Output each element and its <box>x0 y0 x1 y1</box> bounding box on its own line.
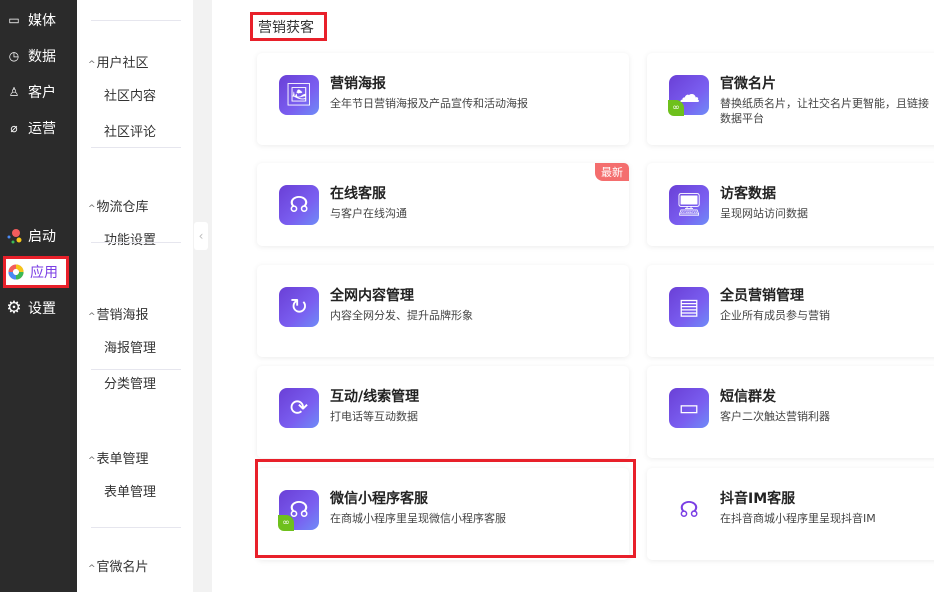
nav-item-apps[interactable]: 应用 <box>3 256 69 288</box>
card-description: 全年节日营销海报及产品宣传和活动海报 <box>330 97 528 110</box>
card-title: 全员营销管理 <box>720 288 804 304</box>
collapse-sidebar-button[interactable]: ‹ <box>194 222 208 250</box>
card-description: 呈现网站访问数据 <box>720 207 808 220</box>
chevron-up-icon: ^ <box>88 456 96 466</box>
gear-icon: ⚙ <box>6 298 22 318</box>
headset-icon: ☊ ∞ <box>278 490 319 531</box>
nav-item-data[interactable]: ◷ 数据 <box>0 38 77 74</box>
nav-item-operation[interactable]: ⌀ 运营 <box>0 110 77 146</box>
headset-purple-icon: ☊ <box>679 497 699 523</box>
divider <box>91 147 181 148</box>
card-description: 在抖音商城小程序里呈现抖音IM <box>720 512 876 525</box>
app-card[interactable]: ⟳ 互动/线索管理 打电话等互动数据 <box>257 366 629 458</box>
headset-icon: ☊ <box>279 185 319 225</box>
chevron-up-icon: ^ <box>88 60 96 70</box>
id-card-chart-icon: ▤ <box>669 287 709 327</box>
mini-program-link-icon: ∞ <box>278 515 294 531</box>
message-icon: ▭ <box>669 388 709 428</box>
group-posters[interactable]: ^营销海报 <box>88 304 149 323</box>
submenu-item[interactable]: 社区评论 <box>104 121 156 140</box>
submenu-item[interactable]: 分类管理 <box>104 373 156 392</box>
card-title: 营销海报 <box>330 76 386 92</box>
group-user-community[interactable]: ^用户社区 <box>88 52 149 71</box>
card-title: 抖音IM客服 <box>720 491 796 507</box>
app-card[interactable]: 🖥 访客数据 呈现网站访问数据 <box>647 163 934 246</box>
app-card[interactable]: ☊ 抖音IM客服 在抖音商城小程序里呈现抖音IM <box>647 468 934 560</box>
nav-item-settings[interactable]: ⚙ 设置 <box>0 290 77 326</box>
chevron-up-icon: ^ <box>88 204 96 214</box>
app-card[interactable]: ☁ ∞ 官微名片 替换纸质名片，让社交名片更智能，且链接数据平台 <box>647 53 934 145</box>
app-card[interactable]: ▭ 短信群发 客户二次触达营销利器 <box>647 366 934 458</box>
card-title: 互动/线索管理 <box>330 389 420 405</box>
share-arrow-icon: ↻ <box>279 287 319 327</box>
launch-dots-icon <box>6 228 22 244</box>
card-description: 与客户在线沟通 <box>330 207 407 220</box>
group-logistics[interactable]: ^物流仓库 <box>88 196 149 215</box>
gutter <box>193 0 212 592</box>
paperclip-icon: ⌀ <box>10 121 18 135</box>
video-icon: ▭ <box>8 13 20 27</box>
chevron-up-icon: ^ <box>88 564 96 574</box>
chevron-up-icon: ^ <box>88 312 96 322</box>
card-description: 内容全网分发、提升品牌形象 <box>330 309 473 322</box>
app-card[interactable]: ☊ 在线客服 与客户在线沟通 最新 <box>257 163 629 246</box>
refresh-icon: ⟳ <box>279 388 319 428</box>
submenu-item[interactable]: 表单管理 <box>104 481 156 500</box>
card-description: 企业所有成员参与营销 <box>720 309 830 322</box>
app-card[interactable]: ☊ ∞ 微信小程序客服 在商城小程序里呈现微信小程序客服 <box>257 468 629 560</box>
submenu-item[interactable]: 社区内容 <box>104 85 156 104</box>
monitor-user-icon: 🖥 <box>669 185 709 225</box>
card-title: 访客数据 <box>720 186 776 202</box>
mini-program-link-icon: ∞ <box>668 100 684 116</box>
card-title: 全网内容管理 <box>330 288 414 304</box>
nav-item-customer[interactable]: ♙ 客户 <box>0 74 77 110</box>
app-ring-icon <box>8 264 24 280</box>
nav-item-media[interactable]: ▭ 媒体 <box>0 2 77 38</box>
card-description: 替换纸质名片，让社交名片更智能，且链接数据平台 <box>720 97 929 125</box>
card-title: 官微名片 <box>720 76 776 92</box>
card-title: 在线客服 <box>330 186 386 202</box>
group-business-card[interactable]: ^官微名片 <box>88 556 149 575</box>
nav-item-launch[interactable]: 启动 <box>0 218 77 254</box>
card-description: 客户二次触达营销利器 <box>720 410 830 423</box>
pie-chart-icon: ◷ <box>8 49 20 63</box>
chevron-left-icon: ‹ <box>198 229 204 243</box>
group-forms[interactable]: ^表单管理 <box>88 448 149 467</box>
user-icon: ♙ <box>8 85 20 99</box>
card-description: 在商城小程序里呈现微信小程序客服 <box>330 512 506 525</box>
divider <box>91 527 181 528</box>
image-icon: 🖼 <box>279 75 319 115</box>
card-title: 微信小程序客服 <box>330 491 428 507</box>
submenu-item[interactable]: 功能设置 <box>104 229 156 248</box>
divider <box>91 242 181 243</box>
divider <box>91 369 181 370</box>
section-title: 营销获客 <box>250 12 327 41</box>
new-badge: 最新 <box>595 163 629 181</box>
main-nav: ▭ 媒体 ◷ 数据 ♙ 客户 ⌀ 运营 启动 应用 ⚙ 设置 <box>0 0 77 592</box>
app-card[interactable]: ▤ 全员营销管理 企业所有成员参与营销 <box>647 265 934 357</box>
submenu: ^用户社区 社区内容 社区评论 ^物流仓库 功能设置 ^营销海报 海报管理 分类… <box>77 0 193 592</box>
app-card[interactable]: 🖼 营销海报 全年节日营销海报及产品宣传和活动海报 <box>257 53 629 145</box>
submenu-item[interactable]: 海报管理 <box>104 337 156 356</box>
card-description: 打电话等互动数据 <box>330 410 418 423</box>
card-title: 短信群发 <box>720 389 776 405</box>
cloud-user-icon: ☁ ∞ <box>668 75 709 116</box>
divider <box>91 20 181 21</box>
app-card[interactable]: ↻ 全网内容管理 内容全网分发、提升品牌形象 <box>257 265 629 357</box>
